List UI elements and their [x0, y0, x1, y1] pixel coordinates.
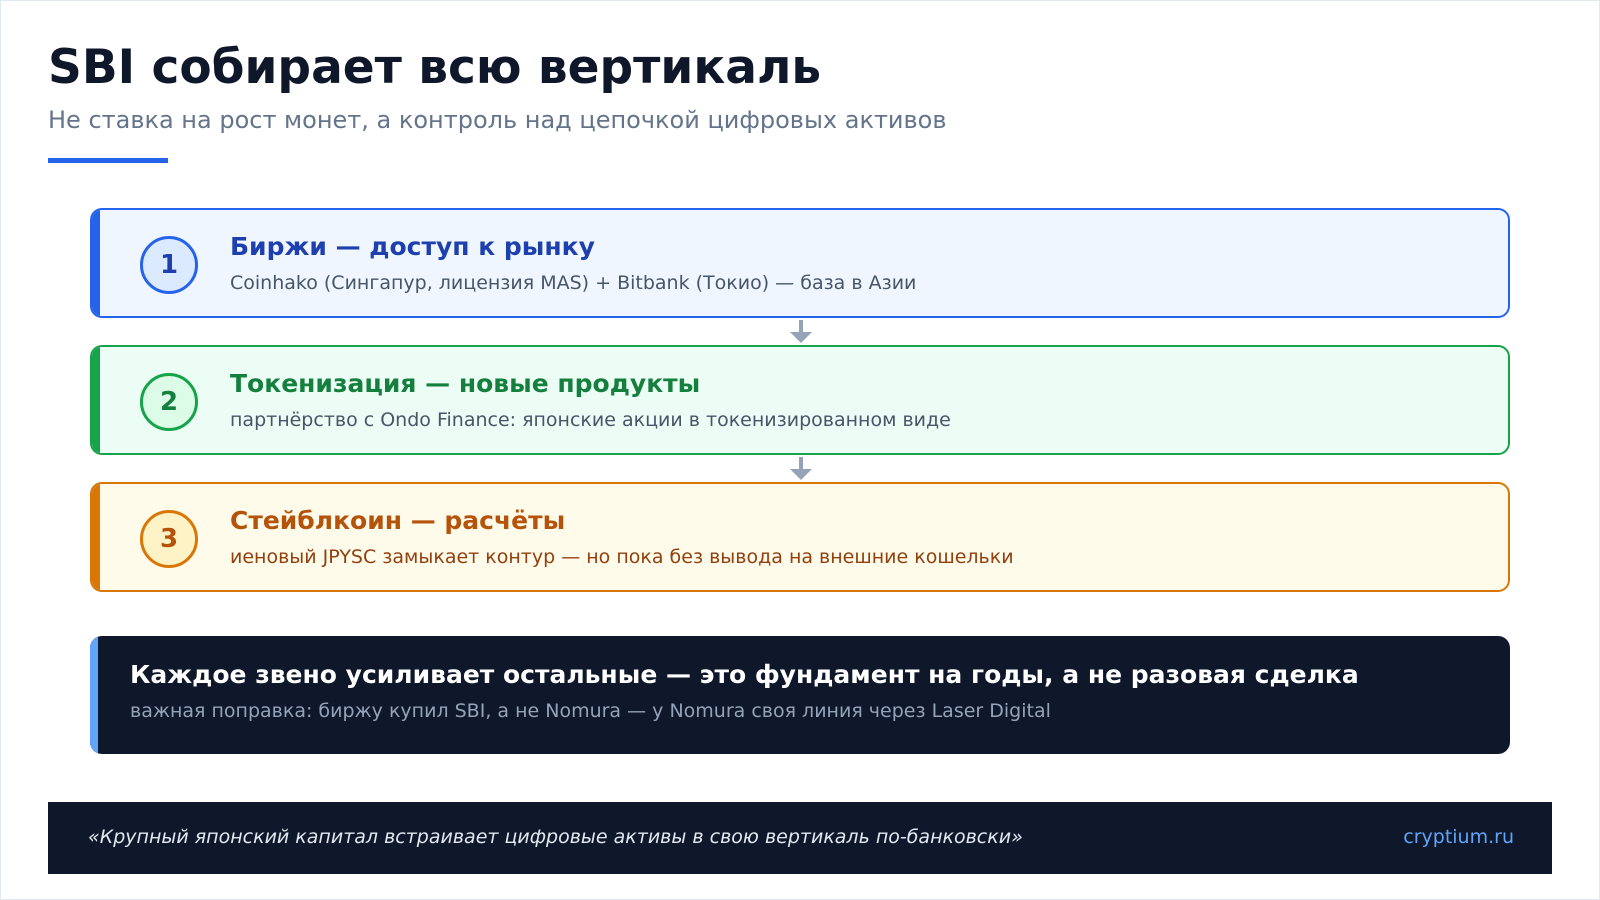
arrow-down-icon [790, 457, 812, 480]
step-title: Токенизация — новые продукты [230, 369, 701, 398]
step-number-badge: 1 [140, 236, 198, 294]
page-title: SBI собирает всю вертикаль [48, 40, 822, 95]
footer-source-link[interactable]: cryptium.ru [1403, 826, 1514, 848]
arrow-down-icon [790, 320, 812, 343]
summary-title: Каждое звено усиливает остальные — это ф… [130, 660, 1359, 689]
step-title: Стейблкоин — расчёты [230, 506, 566, 535]
step-description: иеновый JPYSC замыкает контур — но пока … [230, 546, 1014, 568]
step-number-badge: 2 [140, 373, 198, 431]
footer-bar: «Крупный японский капитал встраивает циф… [48, 802, 1552, 874]
step-card-stablecoin: 3 Стейблкоин — расчёты иеновый JPYSC зам… [90, 482, 1510, 592]
footer-quote: «Крупный японский капитал встраивает циф… [88, 826, 1023, 848]
summary-accent-bar [90, 636, 98, 754]
step-description: Coinhako (Сингапур, лицензия MAS) + Bitb… [230, 272, 917, 294]
step-accent-bar [92, 347, 100, 453]
summary-note: важная поправка: биржу купил SBI, а не N… [130, 700, 1051, 722]
page-subtitle: Не ставка на рост монет, а контроль над … [48, 106, 947, 134]
step-description: партнёрство с Ondo Finance: японские акц… [230, 409, 951, 431]
step-card-exchanges: 1 Биржи — доступ к рынку Coinhako (Синга… [90, 208, 1510, 318]
step-card-tokenization: 2 Токенизация — новые продукты партнёрст… [90, 345, 1510, 455]
summary-panel: Каждое звено усиливает остальные — это ф… [90, 636, 1510, 754]
title-accent-line [48, 158, 168, 163]
step-accent-bar [92, 210, 100, 316]
step-number-badge: 3 [140, 510, 198, 568]
step-accent-bar [92, 484, 100, 590]
step-title: Биржи — доступ к рынку [230, 232, 595, 261]
